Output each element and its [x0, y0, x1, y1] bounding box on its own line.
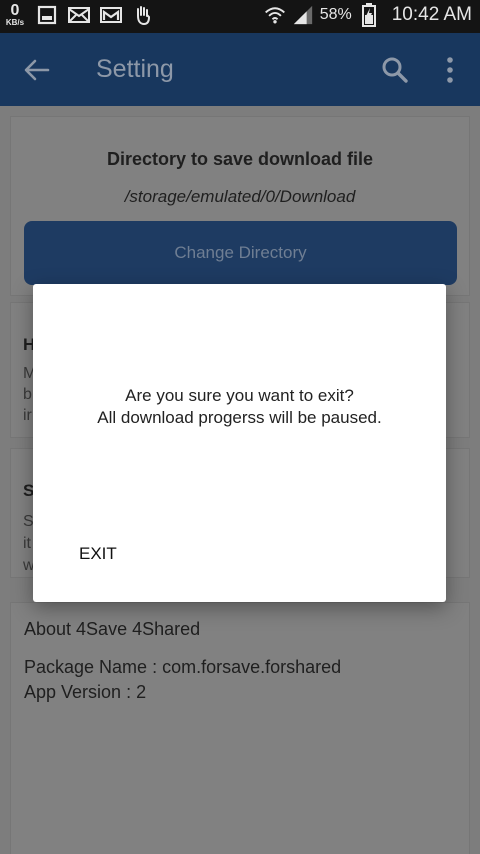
- battery-percent: 58%: [319, 6, 352, 23]
- search-button[interactable]: [380, 55, 410, 85]
- back-button[interactable]: [22, 55, 52, 85]
- mail-icon: [68, 4, 90, 26]
- page-title: Setting: [96, 55, 174, 83]
- network-speed-value: 0: [10, 2, 20, 19]
- card-text-line: it: [23, 535, 31, 552]
- wifi-icon: [264, 4, 286, 26]
- hand-icon: [132, 4, 154, 26]
- exit-button[interactable]: EXIT: [73, 542, 123, 566]
- change-directory-button[interactable]: Change Directory: [24, 221, 457, 285]
- clock: 10:42 AM: [391, 4, 472, 25]
- arrow-left-icon: [24, 59, 50, 81]
- directory-path: /storage/emulated/0/Download: [124, 187, 356, 206]
- gmail-icon: [100, 4, 122, 26]
- status-bar: 0 KB/s 58% 10:42 AM: [0, 0, 480, 33]
- card-text-line: ir: [23, 407, 32, 424]
- network-speed-unit: KB/s: [5, 18, 25, 27]
- gallery-icon: [36, 4, 58, 26]
- status-bar-left: 0 KB/s: [4, 3, 154, 27]
- dialog-message: Are you sure you want to exit? All downl…: [33, 385, 446, 429]
- package-name: Package Name : com.forsave.forshared: [24, 657, 342, 677]
- directory-card: Directory to save download file /storage…: [10, 116, 470, 296]
- more-options-button[interactable]: [440, 55, 460, 85]
- exit-dialog: Are you sure you want to exit? All downl…: [33, 284, 446, 602]
- directory-title: Directory to save download file: [106, 149, 374, 169]
- dialog-message-line1: Are you sure you want to exit?: [125, 386, 354, 405]
- card-text-line: b: [23, 386, 32, 403]
- dialog-message-line2: All download progerss will be paused.: [97, 408, 382, 427]
- more-vertical-icon: [447, 57, 453, 83]
- network-speed: 0 KB/s: [4, 3, 26, 27]
- signal-icon: [292, 4, 314, 26]
- about-card: About 4Save 4Shared Package Name : com.f…: [10, 602, 470, 854]
- app-version: App Version : 2: [24, 682, 147, 702]
- search-icon: [382, 57, 408, 83]
- about-title: About 4Save 4Shared: [24, 619, 201, 639]
- status-bar-right: 58% 10:42 AM: [264, 3, 472, 27]
- battery-icon: [358, 3, 380, 27]
- app-bar: Setting: [0, 33, 480, 106]
